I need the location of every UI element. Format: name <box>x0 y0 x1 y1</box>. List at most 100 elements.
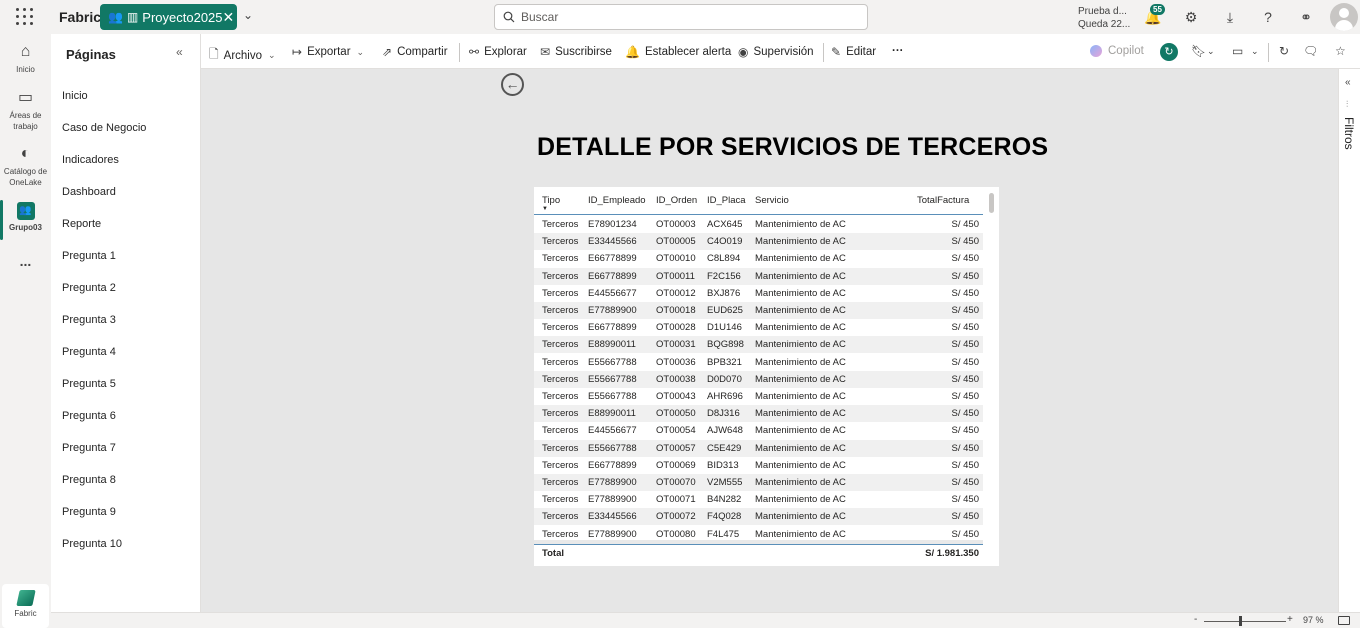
page-item[interactable]: Pregunta 1 <box>62 250 116 262</box>
zoom-out-button[interactable]: - <box>1194 614 1197 625</box>
chevron-down-icon[interactable]: ⌄ <box>1207 46 1215 57</box>
table-row[interactable]: Terceros E66778899 OT00010 C8L894 Mantenimie… <box>534 250 983 267</box>
table-visual[interactable]: Tipo ▼ ID_Empleado ID_Orden ID_Placa Ser… <box>534 187 999 566</box>
table-row[interactable]: Terceros E77889900 OT00071 B4N282 Mantenimie… <box>534 491 983 508</box>
help-icon[interactable]: ? <box>1259 8 1277 26</box>
page-item[interactable]: Pregunta 7 <box>62 442 116 454</box>
column-header-servicio[interactable]: Servicio <box>755 195 789 206</box>
gear-icon[interactable]: ⚙ <box>1182 8 1200 26</box>
page-item[interactable]: Pregunta 4 <box>62 346 116 358</box>
page-item[interactable]: Pregunta 10 <box>62 538 122 550</box>
brand-name[interactable]: Fabric <box>59 9 101 25</box>
column-header-totalfactura[interactable]: TotalFactura <box>917 195 969 206</box>
page-item[interactable]: Pregunta 2 <box>62 282 116 294</box>
table-row[interactable]: Terceros E78901234 OT00003 ACX645 Mantenimie… <box>534 216 983 233</box>
page-item[interactable]: Pregunta 3 <box>62 314 116 326</box>
table-row[interactable]: Terceros E55667788 OT00036 BPB321 Mantenimie… <box>534 354 983 371</box>
page-item[interactable]: Caso de Negocio <box>62 122 146 134</box>
zoom-in-button[interactable]: + <box>1287 614 1293 625</box>
page-item[interactable]: Dashboard <box>62 186 116 198</box>
cell-id-orden: OT00010 <box>656 253 696 265</box>
workspace-tab[interactable]: 👥 ▥ Proyecto2025 ✕ <box>100 4 237 30</box>
column-header-id-orden[interactable]: ID_Orden <box>656 195 697 206</box>
file-icon: 🗋 <box>209 47 219 61</box>
share-people-icon[interactable]: ⚭ <box>1297 8 1315 26</box>
close-icon[interactable]: ✕ <box>223 9 235 26</box>
compartir-button[interactable]: ⇗ Compartir <box>382 45 448 59</box>
download-icon[interactable]: ⤓ <box>1221 8 1239 26</box>
table-row[interactable]: Terceros E33445566 OT00005 C4O019 Mantenimie… <box>534 233 983 251</box>
supervision-button[interactable]: ◉ Supervisión <box>738 45 814 59</box>
page-item[interactable]: Pregunta 5 <box>62 378 116 390</box>
chevron-down-icon[interactable]: ⌄ <box>1251 46 1259 57</box>
view-icon[interactable]: ▭ <box>1232 44 1243 58</box>
app-launcher-icon[interactable] <box>16 8 34 26</box>
vertical-scrollbar[interactable] <box>989 193 994 213</box>
table-row[interactable]: Terceros E55667788 OT00043 AHR696 Mantenimie… <box>534 388 983 405</box>
column-header-tipo[interactable]: Tipo <box>542 195 560 206</box>
page-item[interactable]: Pregunta 9 <box>62 506 116 518</box>
search-input[interactable]: Buscar <box>494 4 868 30</box>
suscribirse-button[interactable]: ✉ Suscribirse <box>540 45 612 59</box>
cell-tipo: Terceros <box>542 425 579 437</box>
page-item[interactable]: Inicio <box>62 90 88 102</box>
column-header-id-placa[interactable]: ID_Placa <box>707 195 746 206</box>
cell-totalfactura: S/ 450 <box>951 287 979 299</box>
page-item[interactable]: Reporte <box>62 218 101 230</box>
cell-id-placa: F2C156 <box>707 270 741 282</box>
page-item[interactable]: Indicadores <box>62 154 119 166</box>
table-row[interactable]: Terceros E44556677 OT00012 BXJ876 Mantenimie… <box>534 285 983 302</box>
table-row[interactable]: Terceros E88990011 OT00050 D8J316 Mantenimie… <box>534 405 983 423</box>
copilot-button[interactable]: Copilot <box>1090 45 1144 57</box>
cell-tipo: Terceros <box>542 219 579 230</box>
fit-to-page-icon[interactable] <box>1338 616 1350 625</box>
cell-id-orden: OT00043 <box>656 391 696 402</box>
reset-icon[interactable]: ↻ <box>1160 43 1178 61</box>
zoom-slider-thumb[interactable] <box>1239 616 1242 626</box>
table-row[interactable]: Terceros E77889900 OT00070 V2M555 Mantenimie… <box>534 474 983 491</box>
table-row[interactable]: Terceros E66778899 OT00069 BID313 Mantenimie… <box>534 457 983 474</box>
fabric-switcher-label: Fabric <box>14 609 37 618</box>
bookmark-icon[interactable]: 🔖︎ <box>1191 44 1206 58</box>
filters-pane[interactable]: « ⫶ Filtros <box>1338 69 1360 612</box>
table-row[interactable]: Terceros E66778899 OT00011 F2C156 Mantenimie… <box>534 267 983 285</box>
page-item[interactable]: Pregunta 8 <box>62 474 116 486</box>
table-row[interactable]: Terceros E55667788 OT00038 D0D070 Mantenimie… <box>534 370 983 388</box>
page-item[interactable]: Pregunta 6 <box>62 410 116 422</box>
star-icon[interactable]: ☆ <box>1335 44 1346 58</box>
cell-id-orden: OT00038 <box>656 373 696 385</box>
expand-icon[interactable]: « <box>1345 77 1351 88</box>
collapse-icon[interactable]: « <box>176 45 183 59</box>
table-row[interactable]: Terceros E33445566 OT00072 F4Q028 Mantenimie… <box>534 508 983 526</box>
rail-group03[interactable]: 👥 Grupo03 <box>0 202 51 233</box>
cell-id-orden: OT00071 <box>656 494 696 506</box>
cell-id-orden: OT00050 <box>656 408 696 420</box>
cell-totalfactura: S/ 450 <box>951 494 979 506</box>
back-arrow-icon[interactable]: ← <box>501 73 524 96</box>
table-row[interactable]: Terceros E55667788 OT00057 C5E429 Mantenimie… <box>534 439 983 457</box>
more-icon[interactable]: ... <box>0 254 51 268</box>
explorar-button[interactable]: ⚯ Explorar <box>469 45 527 59</box>
exportar-menu[interactable]: ↦ Exportar ⌄ <box>292 45 364 59</box>
rail-workspaces[interactable]: ▭ Áreas de trabajo <box>0 88 51 132</box>
table-row[interactable]: Terceros E77889900 OT00018 EUD625 Mantenimie… <box>534 302 983 319</box>
column-header-id-empleado[interactable]: ID_Empleado <box>588 195 646 206</box>
cell-totalfactura: S/ 450 <box>951 442 979 454</box>
zoom-slider[interactable] <box>1204 621 1286 622</box>
editar-button[interactable]: ✎ Editar <box>831 45 876 59</box>
refresh-icon[interactable]: ↻ <box>1279 44 1289 58</box>
chevron-down-icon[interactable]: ⌄ <box>243 8 253 22</box>
trial-status[interactable]: Prueba d... Queda 22... <box>1078 5 1130 31</box>
table-row[interactable]: Terceros E44556677 OT00054 AJW648 Mantenimie… <box>534 422 983 439</box>
workspace-icon: 👥 <box>108 10 123 24</box>
establecer-alerta-button[interactable]: 🔔 Establecer alerta <box>625 45 731 59</box>
comment-icon[interactable]: 🗨 <box>1303 44 1318 58</box>
fabric-switcher[interactable]: Fabric <box>2 584 49 628</box>
table-row[interactable]: Terceros E66778899 OT00028 D1U146 Mantenimie… <box>534 319 983 336</box>
avatar[interactable] <box>1330 3 1358 31</box>
rail-onelake-catalog[interactable]: ◐ Catálogo de OneLake <box>0 144 51 188</box>
archivo-menu[interactable]: 🗋 Archivo ⌄ <box>209 45 276 66</box>
table-row[interactable]: Terceros E88990011 OT00031 BQG898 Mantenimie… <box>534 336 983 354</box>
more-options-button[interactable]: ··· <box>892 45 904 57</box>
rail-home[interactable]: ⌂ Inicio <box>0 42 51 75</box>
